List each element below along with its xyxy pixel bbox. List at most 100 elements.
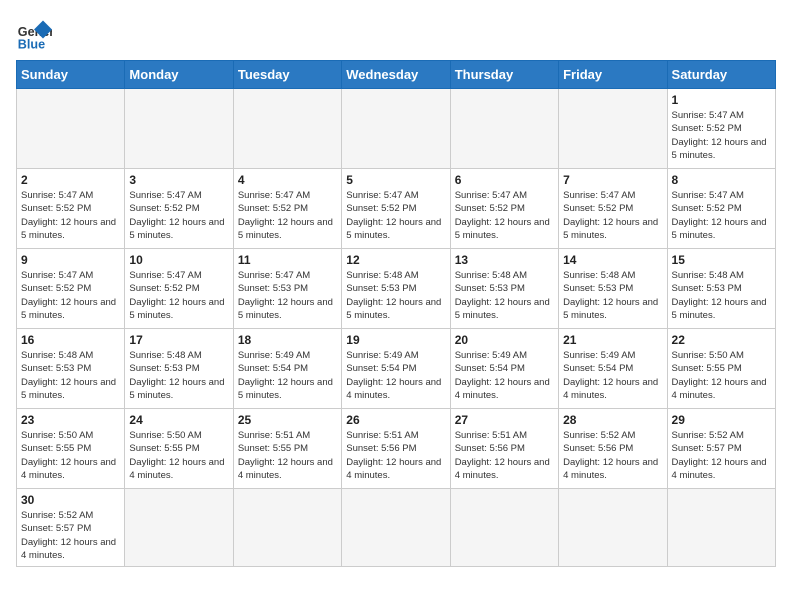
calendar-cell (450, 89, 558, 169)
calendar-cell: 20 Sunrise: 5:49 AM Sunset: 5:54 PM Dayli… (450, 329, 558, 409)
calendar-cell: 9 Sunrise: 5:47 AM Sunset: 5:52 PM Daylig… (17, 249, 125, 329)
calendar-cell: 5 Sunrise: 5:47 AM Sunset: 5:52 PM Daylig… (342, 169, 450, 249)
calendar-cell: 8Sunrise: 5:47 AM Sunset: 5:52 PM Daylig… (667, 169, 775, 249)
day-header-wednesday: Wednesday (342, 61, 450, 89)
day-number: 11 (238, 253, 337, 267)
calendar-cell (559, 489, 667, 567)
day-info: Sunrise: 5:49 AM Sunset: 5:54 PM Dayligh… (238, 349, 337, 402)
day-header-saturday: Saturday (667, 61, 775, 89)
calendar-cell (125, 89, 233, 169)
calendar-cell: 18 Sunrise: 5:49 AM Sunset: 5:54 PM Dayli… (233, 329, 341, 409)
calendar-cell (233, 89, 341, 169)
calendar-cell: 24 Sunrise: 5:50 AM Sunset: 5:55 PM Dayli… (125, 409, 233, 489)
day-number: 10 (129, 253, 228, 267)
calendar-cell: 10 Sunrise: 5:47 AM Sunset: 5:52 PM Dayli… (125, 249, 233, 329)
day-number: 18 (238, 333, 337, 347)
svg-text:Blue: Blue (18, 37, 45, 51)
day-number: 16 (21, 333, 120, 347)
calendar-cell: 12 Sunrise: 5:48 AM Sunset: 5:53 PM Dayli… (342, 249, 450, 329)
day-number: 22 (672, 333, 771, 347)
day-header-tuesday: Tuesday (233, 61, 341, 89)
day-number: 27 (455, 413, 554, 427)
day-info: Sunrise: 5:48 AM Sunset: 5:53 PM Dayligh… (563, 269, 662, 322)
calendar-cell: 13 Sunrise: 5:48 AM Sunset: 5:53 PM Dayli… (450, 249, 558, 329)
logo-icon: General Blue (16, 16, 52, 52)
day-number: 20 (455, 333, 554, 347)
day-info: Sunrise: 5:47 AM Sunset: 5:52 PM Dayligh… (672, 109, 771, 162)
calendar-table: SundayMondayTuesdayWednesdayThursdayFrid… (16, 60, 776, 567)
calendar-cell: 2 Sunrise: 5:47 AM Sunset: 5:52 PM Daylig… (17, 169, 125, 249)
calendar-cell: 27 Sunrise: 5:51 AM Sunset: 5:56 PM Dayli… (450, 409, 558, 489)
day-info: Sunrise: 5:51 AM Sunset: 5:56 PM Dayligh… (455, 429, 554, 482)
calendar-cell (559, 89, 667, 169)
day-number: 17 (129, 333, 228, 347)
day-number: 4 (238, 173, 337, 187)
day-number: 5 (346, 173, 445, 187)
day-info: Sunrise: 5:48 AM Sunset: 5:53 PM Dayligh… (21, 349, 120, 402)
day-info: Sunrise: 5:48 AM Sunset: 5:53 PM Dayligh… (455, 269, 554, 322)
day-info: Sunrise: 5:50 AM Sunset: 5:55 PM Dayligh… (21, 429, 120, 482)
day-number: 13 (455, 253, 554, 267)
day-info: Sunrise: 5:52 AM Sunset: 5:56 PM Dayligh… (563, 429, 662, 482)
day-number: 6 (455, 173, 554, 187)
day-info: Sunrise: 5:47 AM Sunset: 5:52 PM Dayligh… (563, 189, 662, 242)
day-info: Sunrise: 5:51 AM Sunset: 5:56 PM Dayligh… (346, 429, 445, 482)
day-number: 19 (346, 333, 445, 347)
day-number: 21 (563, 333, 662, 347)
day-number: 25 (238, 413, 337, 427)
calendar-cell (450, 489, 558, 567)
day-number: 30 (21, 493, 120, 507)
day-number: 14 (563, 253, 662, 267)
calendar-cell: 16 Sunrise: 5:48 AM Sunset: 5:53 PM Dayli… (17, 329, 125, 409)
day-info: Sunrise: 5:47 AM Sunset: 5:52 PM Dayligh… (672, 189, 771, 242)
day-number: 3 (129, 173, 228, 187)
calendar-cell: 29Sunrise: 5:52 AM Sunset: 5:57 PM Dayli… (667, 409, 775, 489)
day-info: Sunrise: 5:50 AM Sunset: 5:55 PM Dayligh… (129, 429, 228, 482)
calendar-cell: 3 Sunrise: 5:47 AM Sunset: 5:52 PM Daylig… (125, 169, 233, 249)
calendar-cell: 17 Sunrise: 5:48 AM Sunset: 5:53 PM Dayli… (125, 329, 233, 409)
day-info: Sunrise: 5:47 AM Sunset: 5:52 PM Dayligh… (21, 269, 120, 322)
calendar-cell: 15 Sunrise: 5:48 AM Sunset: 5:53 PM Dayli… (667, 249, 775, 329)
day-number: 2 (21, 173, 120, 187)
day-info: Sunrise: 5:48 AM Sunset: 5:53 PM Dayligh… (346, 269, 445, 322)
day-info: Sunrise: 5:50 AM Sunset: 5:55 PM Dayligh… (672, 349, 771, 402)
day-header-sunday: Sunday (17, 61, 125, 89)
day-number: 9 (21, 253, 120, 267)
calendar-cell (342, 489, 450, 567)
logo: General Blue (16, 16, 56, 52)
calendar-cell (667, 489, 775, 567)
calendar-cell: 6 Sunrise: 5:47 AM Sunset: 5:52 PM Daylig… (450, 169, 558, 249)
page-header: General Blue (16, 16, 776, 52)
day-number: 24 (129, 413, 228, 427)
calendar-cell: 14 Sunrise: 5:48 AM Sunset: 5:53 PM Dayli… (559, 249, 667, 329)
day-info: Sunrise: 5:47 AM Sunset: 5:52 PM Dayligh… (129, 269, 228, 322)
calendar-cell: 25 Sunrise: 5:51 AM Sunset: 5:55 PM Dayli… (233, 409, 341, 489)
calendar-cell: 11Sunrise: 5:47 AM Sunset: 5:53 PM Dayli… (233, 249, 341, 329)
day-info: Sunrise: 5:49 AM Sunset: 5:54 PM Dayligh… (346, 349, 445, 402)
day-header-thursday: Thursday (450, 61, 558, 89)
day-info: Sunrise: 5:51 AM Sunset: 5:55 PM Dayligh… (238, 429, 337, 482)
day-info: Sunrise: 5:48 AM Sunset: 5:53 PM Dayligh… (672, 269, 771, 322)
day-number: 26 (346, 413, 445, 427)
calendar-week-row: 2 Sunrise: 5:47 AM Sunset: 5:52 PM Daylig… (17, 169, 776, 249)
day-info: Sunrise: 5:47 AM Sunset: 5:52 PM Dayligh… (129, 189, 228, 242)
day-number: 15 (672, 253, 771, 267)
calendar-cell (125, 489, 233, 567)
calendar-cell (342, 89, 450, 169)
day-info: Sunrise: 5:47 AM Sunset: 5:52 PM Dayligh… (346, 189, 445, 242)
day-info: Sunrise: 5:48 AM Sunset: 5:53 PM Dayligh… (129, 349, 228, 402)
day-info: Sunrise: 5:47 AM Sunset: 5:52 PM Dayligh… (21, 189, 120, 242)
calendar-cell: 23Sunrise: 5:50 AM Sunset: 5:55 PM Dayli… (17, 409, 125, 489)
day-number: 12 (346, 253, 445, 267)
calendar-cell (233, 489, 341, 567)
calendar-cell (17, 89, 125, 169)
calendar-header-row: SundayMondayTuesdayWednesdayThursdayFrid… (17, 61, 776, 89)
calendar-week-row: 16 Sunrise: 5:48 AM Sunset: 5:53 PM Dayli… (17, 329, 776, 409)
day-info: Sunrise: 5:49 AM Sunset: 5:54 PM Dayligh… (563, 349, 662, 402)
day-info: Sunrise: 5:52 AM Sunset: 5:57 PM Dayligh… (672, 429, 771, 482)
calendar-week-row: 1Sunrise: 5:47 AM Sunset: 5:52 PM Daylig… (17, 89, 776, 169)
day-info: Sunrise: 5:47 AM Sunset: 5:52 PM Dayligh… (455, 189, 554, 242)
calendar-cell: 4Sunrise: 5:47 AM Sunset: 5:52 PM Daylig… (233, 169, 341, 249)
day-info: Sunrise: 5:49 AM Sunset: 5:54 PM Dayligh… (455, 349, 554, 402)
calendar-cell: 26 Sunrise: 5:51 AM Sunset: 5:56 PM Dayli… (342, 409, 450, 489)
